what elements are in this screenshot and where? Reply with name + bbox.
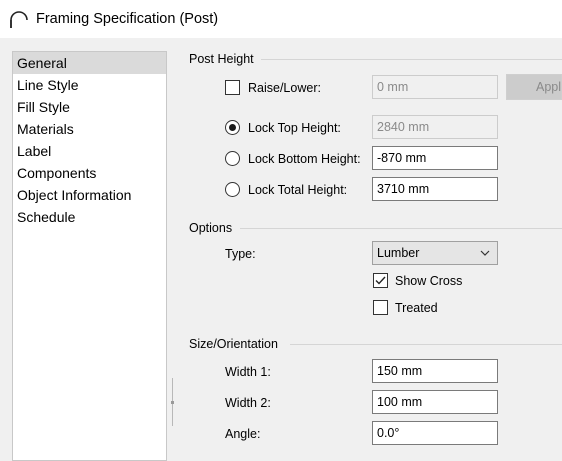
angle-input[interactable]: 0.0° — [372, 421, 498, 445]
show-cross-label: Show Cross — [395, 274, 463, 288]
sidebar-item-schedule[interactable]: Schedule — [13, 206, 166, 228]
sidebar-item-materials[interactable]: Materials — [13, 118, 166, 140]
lock-top-height-label: Lock Top Height: — [248, 121, 341, 135]
lock-total-height-label: Lock Total Height: — [248, 183, 348, 197]
apply-button[interactable]: Apply — [506, 74, 562, 100]
type-select-value: Lumber — [377, 246, 420, 260]
splitter-grip-dot — [171, 401, 174, 404]
post-height-group-title: Post Height — [189, 52, 254, 66]
width2-label: Width 2: — [225, 396, 271, 410]
category-list[interactable]: General Line Style Fill Style Materials … — [12, 51, 167, 461]
title-bar: Framing Specification (Post) — [0, 0, 562, 38]
lock-total-height-radio[interactable] — [225, 182, 240, 197]
lock-bottom-height-input[interactable]: -870 mm — [372, 146, 498, 170]
options-group-title: Options — [189, 221, 233, 235]
sidebar-item-object-information[interactable]: Object Information — [13, 184, 166, 206]
angle-label: Angle: — [225, 427, 261, 441]
size-orientation-group-title: Size/Orientation — [189, 337, 278, 351]
chevron-down-icon — [480, 250, 490, 256]
sidebar-item-label[interactable]: Label — [13, 140, 166, 162]
type-label: Type: — [225, 247, 256, 261]
raise-lower-checkbox[interactable] — [225, 80, 240, 95]
lock-bottom-height-radio[interactable] — [225, 151, 240, 166]
lock-top-height-input[interactable]: 2840 mm — [372, 115, 498, 139]
raise-lower-input[interactable]: 0 mm — [372, 75, 498, 99]
post-height-divider — [261, 59, 562, 60]
lock-total-height-input[interactable]: 3710 mm — [372, 177, 498, 201]
width1-input[interactable]: 150 mm — [372, 359, 498, 383]
sidebar-item-line-style[interactable]: Line Style — [13, 74, 166, 96]
size-orientation-divider — [290, 344, 562, 345]
sidebar-item-components[interactable]: Components — [13, 162, 166, 184]
treated-label: Treated — [395, 301, 438, 315]
lock-top-height-radio[interactable] — [225, 120, 240, 135]
options-divider — [240, 228, 562, 229]
lock-bottom-height-label: Lock Bottom Height: — [248, 152, 361, 166]
raise-lower-label: Raise/Lower: — [248, 81, 321, 95]
show-cross-checkbox[interactable] — [373, 273, 388, 288]
treated-checkbox[interactable] — [373, 300, 388, 315]
checkmark-icon — [375, 276, 386, 285]
width1-label: Width 1: — [225, 365, 271, 379]
sidebar-item-fill-style[interactable]: Fill Style — [13, 96, 166, 118]
sidebar-item-general[interactable]: General — [13, 52, 166, 74]
type-select[interactable]: Lumber — [372, 241, 498, 265]
width2-input[interactable]: 100 mm — [372, 390, 498, 414]
app-icon — [10, 11, 28, 28]
window-title: Framing Specification (Post) — [36, 11, 219, 27]
